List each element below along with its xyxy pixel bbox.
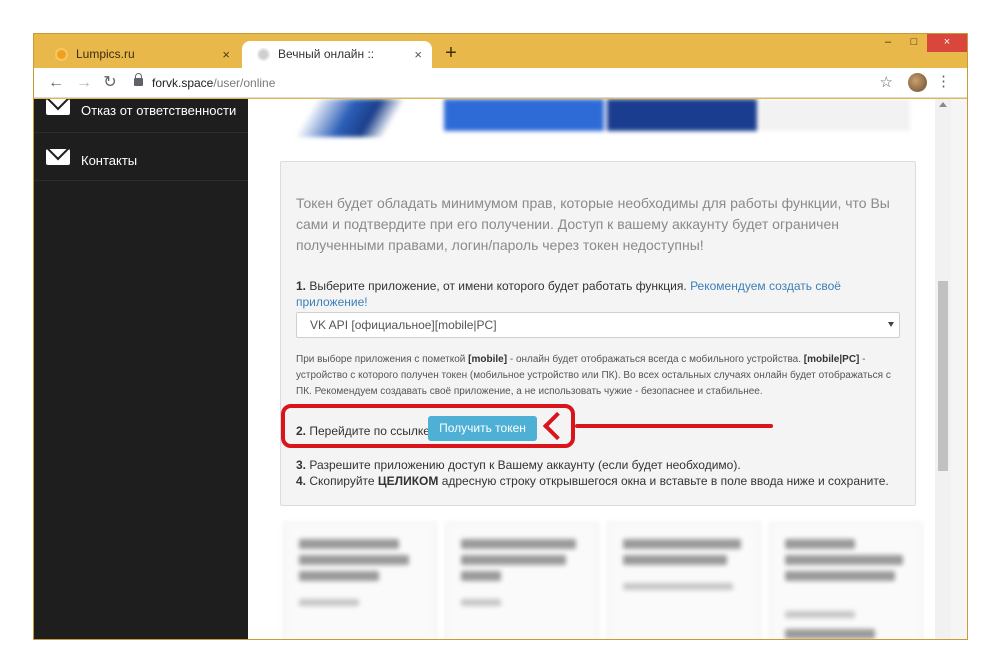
url-host: forvk.space bbox=[152, 76, 214, 90]
step-text: Выберите приложение, от имени которого б… bbox=[306, 279, 691, 293]
step-number: 1. bbox=[296, 279, 307, 293]
banner-block bbox=[444, 99, 604, 131]
sidebar-item-contacts[interactable]: Контакты bbox=[34, 133, 248, 181]
card-line bbox=[623, 539, 741, 549]
article-card[interactable] bbox=[770, 522, 922, 639]
card-line bbox=[461, 571, 501, 581]
card-line bbox=[299, 555, 409, 565]
sidebar-item-label: Отказ от ответственности bbox=[81, 103, 237, 118]
article-card[interactable] bbox=[284, 522, 436, 639]
banner-block bbox=[760, 99, 910, 131]
card-line bbox=[785, 629, 875, 639]
article-card[interactable] bbox=[608, 522, 760, 639]
blurred-banner bbox=[284, 99, 918, 137]
tab-strip: Lumpics.ru × Вечный онлайн :: FORVK.SPAC… bbox=[34, 34, 967, 88]
tab-close-icon[interactable]: × bbox=[414, 41, 422, 68]
banner-block bbox=[607, 99, 757, 131]
card-line bbox=[461, 539, 576, 549]
bookmark-star-icon[interactable]: ☆ bbox=[880, 73, 893, 91]
annotation-arrow bbox=[575, 424, 773, 428]
intro-text: Токен будет обладать минимумом прав, кот… bbox=[296, 195, 890, 253]
card-line bbox=[785, 555, 903, 565]
new-tab-button[interactable]: + bbox=[440, 41, 462, 65]
step-number: 4. bbox=[296, 474, 307, 488]
note-bold: [mobile|PC] bbox=[803, 354, 860, 365]
window-controls: – □ × bbox=[875, 34, 967, 52]
profile-avatar[interactable] bbox=[908, 73, 927, 92]
card-line bbox=[785, 611, 855, 618]
card-line bbox=[299, 599, 359, 606]
tab-lumpics[interactable]: Lumpics.ru × bbox=[40, 41, 240, 68]
step-1: 1. Выберите приложение, от имени которог… bbox=[296, 278, 896, 310]
page-viewport: Отказ от ответственности Контакты Токен … bbox=[34, 99, 967, 639]
envelope-icon bbox=[46, 149, 70, 165]
url-path: /user/online bbox=[213, 76, 276, 90]
select-value: VK API [официальное][mobile|PC] bbox=[310, 318, 497, 332]
address-bar[interactable]: forvk.space/user/online bbox=[152, 76, 275, 90]
browser-window: Lumpics.ru × Вечный онлайн :: FORVK.SPAC… bbox=[33, 33, 968, 640]
app-select[interactable]: VK API [официальное][mobile|PC] bbox=[296, 312, 900, 338]
blurred-cards bbox=[284, 522, 944, 639]
envelope-icon bbox=[46, 99, 70, 115]
step-text: Скопируйте bbox=[306, 474, 378, 488]
card-line bbox=[299, 571, 379, 581]
page-scrollbar[interactable] bbox=[935, 99, 951, 639]
card-line bbox=[785, 571, 895, 581]
step-3: 3. Разрешите приложению доступ к Вашему … bbox=[296, 457, 896, 473]
maximize-button[interactable]: □ bbox=[901, 34, 927, 52]
card-line bbox=[623, 555, 727, 565]
sidebar-item-disclaimer[interactable]: Отказ от ответственности bbox=[34, 99, 248, 133]
scrollbar-thumb[interactable] bbox=[938, 281, 948, 471]
sidebar: Отказ от ответственности Контакты bbox=[34, 99, 248, 639]
back-arrow-icon[interactable]: ← bbox=[46, 72, 66, 94]
card-line bbox=[461, 599, 501, 606]
tab-forvk[interactable]: Вечный онлайн :: FORVK.SPACE × bbox=[242, 41, 432, 88]
forvk-favicon-icon bbox=[257, 48, 270, 61]
banner-block bbox=[284, 99, 424, 137]
card-line bbox=[299, 539, 399, 549]
step-4: 4. Скопируйте ЦЕЛИКОМ адресную строку от… bbox=[296, 473, 896, 489]
tab-title: Lumpics.ru bbox=[76, 47, 135, 61]
chevron-down-icon bbox=[888, 322, 894, 327]
browser-toolbar: ← → ↻ forvk.space/user/online ☆ ⋮ bbox=[34, 68, 967, 98]
card-line bbox=[461, 555, 566, 565]
reload-icon[interactable]: ↻ bbox=[100, 72, 120, 94]
step-bold: ЦЕЛИКОМ bbox=[377, 474, 439, 488]
step-text: адресную строку открывшегося окна и вста… bbox=[438, 474, 889, 488]
steps-3-4: 3. Разрешите приложению доступ к Вашему … bbox=[296, 457, 896, 489]
card-line bbox=[785, 539, 855, 549]
note-bold: [mobile] bbox=[468, 354, 508, 365]
app-note: При выборе приложения с пометкой [mobile… bbox=[296, 352, 904, 400]
sidebar-item-label: Контакты bbox=[81, 153, 138, 168]
article-card[interactable] bbox=[446, 522, 598, 639]
card-line bbox=[623, 583, 733, 590]
main-content: Токен будет обладать минимумом прав, кот… bbox=[248, 99, 951, 639]
lumpics-favicon-icon bbox=[55, 48, 68, 61]
note-text: - онлайн будет отображаться всегда с моб… bbox=[507, 354, 804, 365]
step-text: Разрешите приложению доступ к Вашему акк… bbox=[306, 458, 741, 472]
note-text: При выборе приложения с пометкой bbox=[296, 354, 469, 365]
token-panel: Токен будет обладать минимумом прав, кот… bbox=[280, 161, 916, 506]
lock-icon[interactable] bbox=[134, 73, 143, 86]
close-window-button[interactable]: × bbox=[927, 34, 967, 52]
annotation-highlight-box bbox=[281, 404, 575, 448]
menu-dots-icon[interactable]: ⋮ bbox=[936, 72, 951, 90]
tab-close-icon[interactable]: × bbox=[222, 41, 230, 68]
step-number: 3. bbox=[296, 458, 307, 472]
forward-arrow-icon[interactable]: → bbox=[74, 72, 94, 94]
minimize-button[interactable]: – bbox=[875, 34, 901, 52]
scroll-up-icon[interactable] bbox=[939, 102, 947, 107]
